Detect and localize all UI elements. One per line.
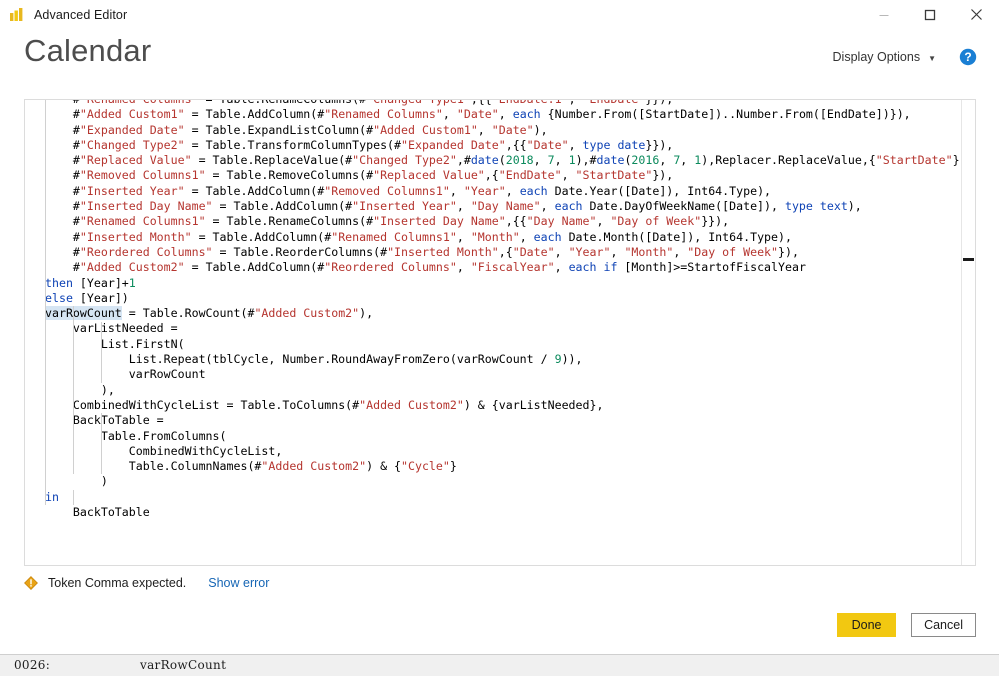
code-line: Table.FromColumns( [100, 428, 227, 443]
status-line-number: 0026: [14, 658, 51, 672]
indent-guide [72, 306, 74, 475]
window-title: Advanced Editor [34, 7, 128, 22]
code-line: #"Inserted Year" = Table.AddColumn(#"Rem… [45, 183, 772, 198]
status-line-text: varRowCount [140, 658, 227, 672]
m-query-code[interactable]: #"Renamed Columns" = Table.RenameColumns… [25, 100, 962, 520]
indent-guide [72, 489, 74, 506]
code-line: #"Renamed Columns1" = Table.RenameColumn… [45, 214, 730, 229]
code-line: #"Expanded Date" = Table.ExpandListColum… [45, 122, 548, 137]
page-title: Calendar [24, 33, 152, 68]
warning-diamond-icon [24, 576, 38, 590]
code-line: #"Added Custom1" = Table.AddColumn(#"Ren… [45, 107, 911, 122]
code-line: #"Inserted Day Name" = Table.AddColumn(#… [45, 199, 862, 214]
code-editor-panel[interactable]: #"Renamed Columns" = Table.RenameColumns… [24, 99, 976, 566]
code-line: CombinedWithCycleList = Table.ToColumns(… [72, 397, 604, 412]
indent-guide [100, 413, 102, 475]
indent-guide [100, 321, 102, 383]
help-circle-icon[interactable]: ? [959, 48, 977, 66]
code-line: #"Renamed Columns" = Table.RenameColumns… [45, 100, 962, 107]
close-icon [970, 9, 982, 20]
display-options-label: Display Options [832, 50, 921, 64]
code-line: varListNeeded = [72, 321, 178, 336]
done-button[interactable]: Done [837, 613, 897, 637]
code-line: BackToTable [72, 505, 150, 520]
editor-header: Calendar Display Options ▼ ? [0, 30, 999, 98]
code-line: #"Added Custom2" = Table.AddColumn(#"Reo… [45, 260, 806, 275]
code-line: Table.ColumnNames(#"Added Custom2") & {"… [128, 459, 457, 474]
code-line: then [Year]+1 [45, 275, 136, 290]
error-bar: Token Comma expected. Show error [24, 576, 269, 590]
svg-text:?: ? [964, 50, 971, 64]
code-line: ), [45, 382, 115, 397]
code-line: CombinedWithCycleList, [128, 443, 283, 458]
code-line: #"Inserted Month" = Table.AddColumn(#"Re… [45, 229, 792, 244]
display-options-dropdown[interactable]: Display Options ▼ [833, 50, 936, 64]
window-title-bar: Advanced Editor [0, 0, 999, 30]
maximize-icon [924, 9, 936, 20]
powerbi-logo-icon [10, 7, 23, 21]
code-line: else [Year]) [45, 290, 129, 305]
minimize-button[interactable] [861, 0, 907, 29]
cancel-button[interactable]: Cancel [911, 613, 976, 637]
code-line: BackToTable = [72, 413, 164, 428]
minimize-icon [879, 14, 889, 16]
code-line: ) [45, 474, 108, 489]
close-button[interactable] [953, 0, 999, 29]
code-line: List.Repeat(tblCycle, Number.RoundAwayFr… [128, 352, 583, 367]
error-message: Token Comma expected. [48, 576, 187, 590]
code-line: #"Reordered Columns" = Table.ReorderColu… [45, 244, 799, 259]
header-actions: Display Options ▼ ? [833, 48, 977, 66]
code-scroll-area[interactable]: #"Renamed Columns" = Table.RenameColumns… [25, 100, 962, 565]
status-bar: 0026: varRowCount [0, 654, 999, 676]
dialog-footer: Done Cancel [837, 613, 976, 637]
indent-guide [45, 100, 46, 506]
code-line: #"Changed Type2" = Table.TransformColumn… [45, 137, 674, 152]
code-line: List.FirstN( [100, 336, 185, 351]
scrollbar-thumb[interactable] [963, 109, 974, 442]
vertical-scrollbar[interactable] [961, 100, 975, 565]
code-line: varRowCount [128, 367, 206, 382]
code-line: in [45, 489, 59, 504]
show-error-link[interactable]: Show error [208, 576, 269, 590]
code-line: varRowCount = Table.RowCount(#"Added Cus… [45, 306, 374, 321]
chevron-down-icon: ▼ [928, 53, 936, 63]
scrollbar-error-marker [963, 258, 974, 261]
code-line: #"Removed Columns1" = Table.RemoveColumn… [45, 168, 674, 183]
maximize-button[interactable] [907, 0, 953, 29]
code-line: #"Replaced Value" = Table.ReplaceValue(#… [45, 153, 962, 168]
window-controls [861, 0, 999, 29]
